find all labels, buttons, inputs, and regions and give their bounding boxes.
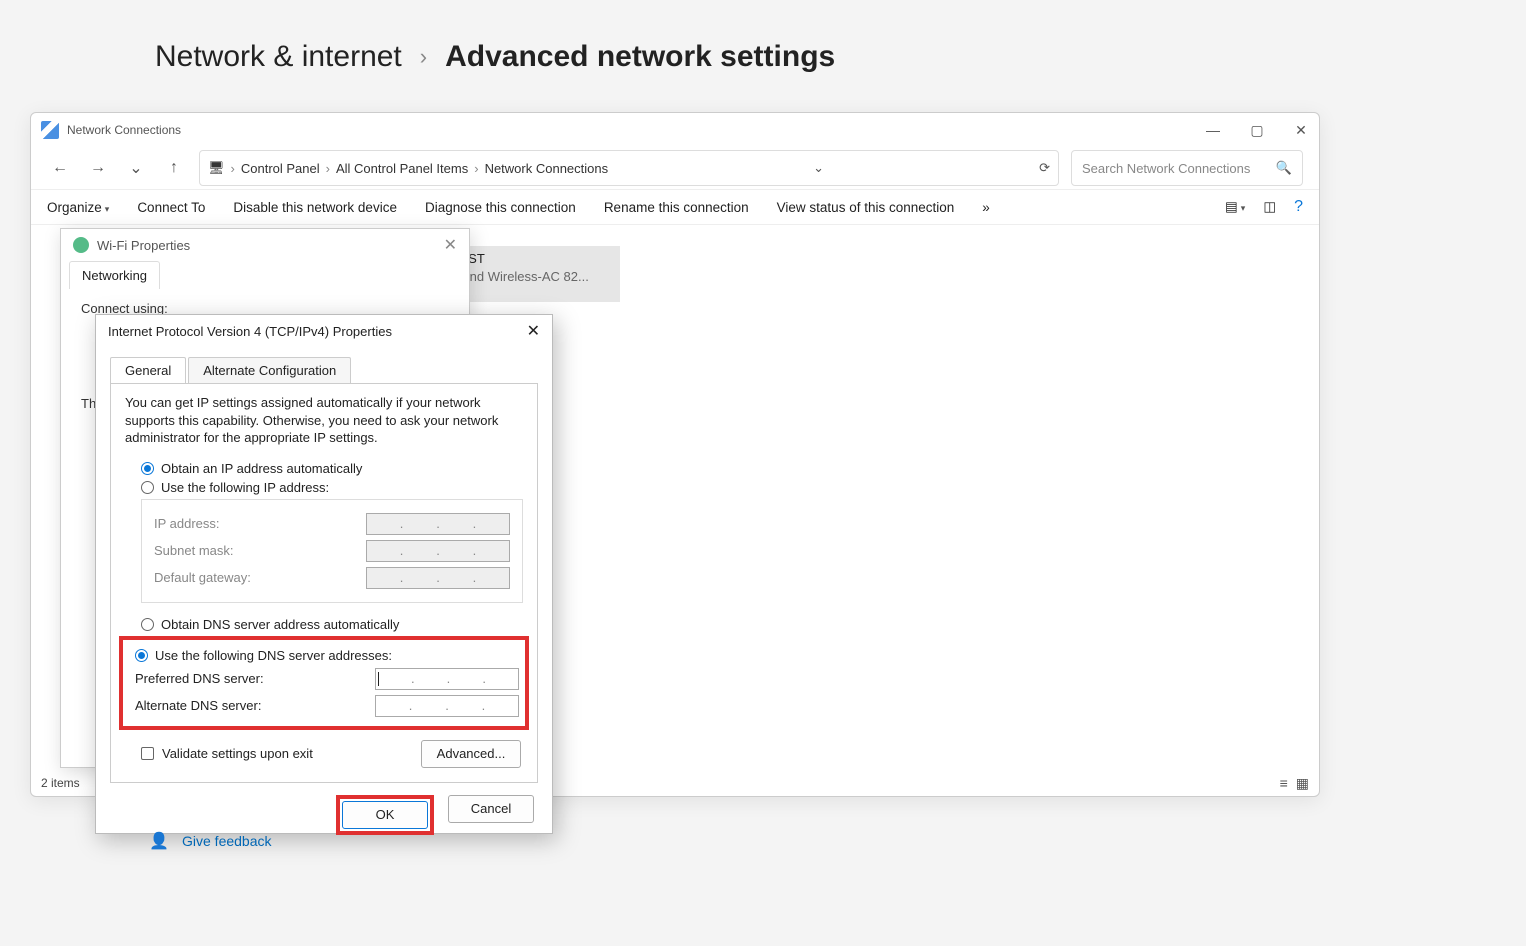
ok-highlight-box: OK — [336, 795, 434, 835]
radio-icon — [141, 481, 154, 494]
chevron-right-icon: › — [326, 161, 330, 176]
refresh-icon[interactable]: ⟳ — [1039, 160, 1050, 176]
layout-icon[interactable]: ▤▾ — [1225, 199, 1245, 215]
preview-pane-icon[interactable]: ◫ — [1263, 199, 1276, 215]
radio-selected-icon — [135, 649, 148, 662]
ipv4-content: You can get IP settings assigned automat… — [110, 383, 538, 783]
chevron-right-icon: › — [420, 44, 427, 70]
use-ip-radio[interactable]: Use the following IP address: — [141, 480, 523, 495]
breadcrumb-parent[interactable]: Network & internet — [155, 40, 402, 74]
cancel-button[interactable]: Cancel — [448, 795, 534, 823]
disable-device-button[interactable]: Disable this network device — [233, 200, 397, 215]
recent-dropdown[interactable]: ⌄ — [123, 158, 149, 178]
chevron-right-icon: › — [474, 161, 478, 176]
close-icon[interactable]: ✕ — [444, 235, 457, 255]
search-icon: 🔍 — [1276, 160, 1292, 176]
close-icon[interactable]: ✕ — [527, 321, 540, 341]
view-status-button[interactable]: View status of this connection — [777, 200, 955, 215]
chevron-right-icon: › — [231, 161, 235, 176]
address-part[interactable]: Control Panel — [241, 161, 320, 176]
validate-label: Validate settings upon exit — [162, 746, 313, 761]
breadcrumb-current: Advanced network settings — [445, 40, 835, 74]
status-text: 2 items — [41, 776, 80, 790]
search-box[interactable]: Search Network Connections 🔍 — [1071, 150, 1303, 186]
preferred-dns-label: Preferred DNS server: — [135, 671, 375, 686]
address-bar[interactable]: 🖥 › Control Panel › All Control Panel It… — [199, 150, 1059, 186]
use-ip-label: Use the following IP address: — [161, 480, 329, 495]
default-gateway-input: ... — [366, 567, 510, 589]
address-part[interactable]: Network Connections — [485, 161, 609, 176]
radio-selected-icon — [141, 462, 154, 475]
obtain-ip-auto-label: Obtain an IP address automatically — [161, 461, 362, 476]
wifi-title: Wi-Fi Properties — [97, 238, 190, 253]
ipv4-titlebar: Internet Protocol Version 4 (TCP/IPv4) P… — [96, 315, 552, 347]
rename-button[interactable]: Rename this connection — [604, 200, 749, 215]
dns-highlight-box: Use the following DNS server addresses: … — [119, 636, 529, 730]
alternate-dns-input[interactable]: ... — [375, 695, 519, 717]
connect-to-button[interactable]: Connect To — [137, 200, 205, 215]
obtain-ip-auto-radio[interactable]: Obtain an IP address automatically — [141, 461, 523, 476]
use-dns-label: Use the following DNS server addresses: — [155, 648, 392, 663]
networking-tab[interactable]: Networking — [69, 261, 160, 289]
overflow-button[interactable]: » — [982, 200, 990, 215]
pc-icon: 🖥 — [208, 160, 225, 176]
obtain-dns-auto-label: Obtain DNS server address automatically — [161, 617, 399, 632]
alternate-config-tab[interactable]: Alternate Configuration — [188, 357, 351, 383]
subnet-mask-input: ... — [366, 540, 510, 562]
alternate-dns-label: Alternate DNS server: — [135, 698, 375, 713]
general-tab[interactable]: General — [110, 357, 186, 383]
preferred-dns-input[interactable]: ... — [375, 668, 519, 690]
maximize-button[interactable]: ▢ — [1249, 122, 1265, 139]
settings-breadcrumb: Network & internet › Advanced network se… — [155, 40, 835, 74]
up-button[interactable]: ↑ — [161, 159, 187, 177]
ipv4-properties-dialog: Internet Protocol Version 4 (TCP/IPv4) P… — [95, 314, 553, 834]
organize-menu[interactable]: Organize▾ — [47, 200, 109, 215]
validate-checkbox[interactable]: Validate settings upon exit — [141, 746, 313, 761]
network-icon — [41, 121, 59, 139]
person-icon: 👤 — [150, 832, 168, 850]
nc-toolbar: Organize▾ Connect To Disable this networ… — [31, 189, 1319, 225]
dialog-footer: OK Cancel — [96, 783, 552, 835]
diagnose-button[interactable]: Diagnose this connection — [425, 200, 576, 215]
radio-icon — [141, 618, 154, 631]
search-placeholder: Search Network Connections — [1082, 161, 1250, 176]
ip-field-group: IP address: ... Subnet mask: ... Default… — [141, 499, 523, 603]
ipv4-description: You can get IP settings assigned automat… — [125, 394, 523, 447]
nc-nav: ← → ⌄ ↑ 🖥 › Control Panel › All Control … — [31, 147, 1319, 189]
forward-button[interactable]: → — [85, 159, 111, 177]
default-gateway-label: Default gateway: — [154, 570, 366, 585]
minimize-button[interactable]: — — [1205, 122, 1221, 139]
subnet-mask-label: Subnet mask: — [154, 543, 366, 558]
wifi-icon — [73, 237, 89, 253]
back-button[interactable]: ← — [47, 159, 73, 177]
nc-titlebar: Network Connections — ▢ ✕ — [31, 113, 1319, 147]
nc-window-title: Network Connections — [67, 123, 181, 137]
checkbox-icon — [141, 747, 154, 760]
ip-address-label: IP address: — [154, 516, 366, 531]
feedback-label: Give feedback — [182, 833, 272, 849]
details-view-icon[interactable]: ▦ — [1296, 775, 1309, 792]
ipv4-title: Internet Protocol Version 4 (TCP/IPv4) P… — [108, 324, 392, 339]
advanced-button[interactable]: Advanced... — [421, 740, 521, 768]
help-icon[interactable]: ? — [1294, 198, 1303, 216]
obtain-dns-auto-radio[interactable]: Obtain DNS server address automatically — [141, 617, 523, 632]
ip-address-input: ... — [366, 513, 510, 535]
ok-button[interactable]: OK — [342, 801, 428, 829]
address-dropdown-icon[interactable]: ⌄ — [813, 160, 824, 176]
use-dns-radio[interactable]: Use the following DNS server addresses: — [135, 648, 519, 663]
give-feedback-link[interactable]: 👤 Give feedback — [150, 832, 272, 850]
address-part[interactable]: All Control Panel Items — [336, 161, 468, 176]
wifi-titlebar: Wi-Fi Properties ✕ — [61, 229, 469, 261]
list-view-icon[interactable]: ≡ — [1280, 775, 1288, 792]
close-button[interactable]: ✕ — [1293, 122, 1309, 139]
